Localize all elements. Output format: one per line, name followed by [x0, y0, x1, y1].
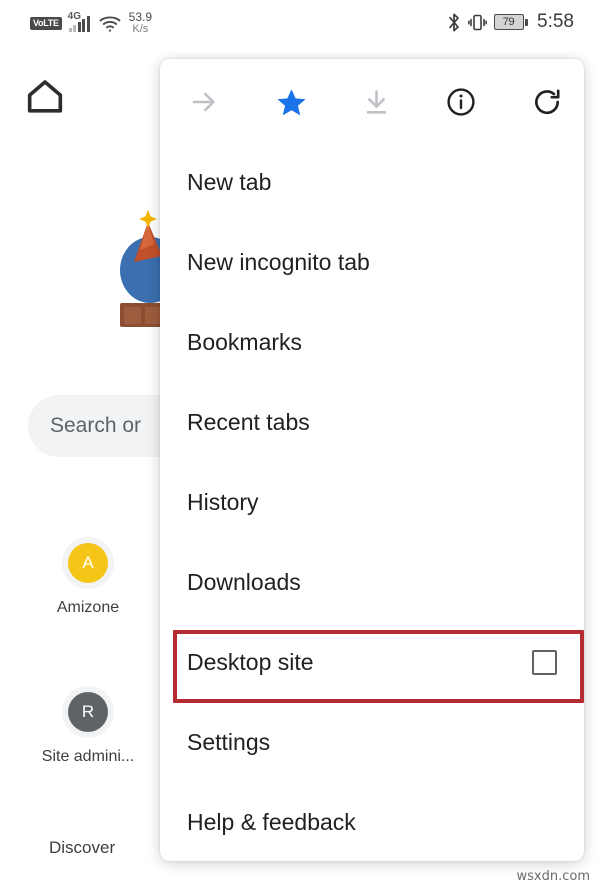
menu-item-list: New tab New incognito tab Bookmarks Rece… — [160, 142, 584, 861]
menu-header-actions — [160, 59, 584, 142]
phone-screenshot: Search or A Amizone R Site admini... Dis… — [0, 0, 600, 889]
data-speed-indicator: 53.9 K/s — [129, 11, 152, 35]
shortcut-initial-amizone: A — [68, 543, 108, 583]
menu-item-label: Settings — [187, 729, 271, 755]
download-icon[interactable] — [352, 78, 400, 126]
shortcut-initial-site-administration: R — [68, 692, 108, 732]
shortcut-icon-site-administration: R — [62, 686, 114, 738]
menu-item-new-tab[interactable]: New tab — [160, 142, 584, 222]
reload-icon[interactable] — [523, 78, 571, 126]
menu-item-recent-tabs[interactable]: Recent tabs — [160, 382, 584, 462]
menu-item-label: Desktop site — [187, 649, 314, 675]
menu-item-desktop-site[interactable]: Desktop site — [160, 622, 584, 702]
info-circle-icon[interactable] — [437, 78, 485, 126]
menu-item-label: New incognito tab — [187, 249, 370, 275]
discover-section-label: Discover — [49, 838, 116, 857]
battery-icon: 79 — [493, 14, 529, 30]
battery-tip — [525, 18, 529, 26]
menu-item-downloads[interactable]: Downloads — [160, 542, 584, 622]
menu-item-bookmarks[interactable]: Bookmarks — [160, 302, 584, 382]
chrome-overflow-menu: New tab New incognito tab Bookmarks Rece… — [160, 59, 584, 861]
menu-item-label: History — [187, 489, 259, 515]
menu-item-label: New tab — [187, 169, 272, 195]
wifi-icon — [98, 13, 122, 33]
shortcut-label-amizone: Amizone — [56, 599, 120, 616]
menu-item-settings[interactable]: Settings — [160, 702, 584, 782]
search-placeholder: Search or — [50, 414, 142, 437]
forward-arrow-icon[interactable] — [180, 78, 228, 126]
shortcut-label-site-administration: Site admini... — [41, 748, 135, 765]
menu-item-new-incognito-tab[interactable]: New incognito tab — [160, 222, 584, 302]
shortcut-site-administration[interactable]: R Site admini... — [42, 686, 134, 766]
volte-icon: VoLTE — [30, 16, 62, 30]
status-bar-left: VoLTE 4G 53.9 K/s — [30, 11, 152, 35]
menu-item-label: Bookmarks — [187, 329, 303, 355]
status-bar-right: 79 5:58 — [447, 11, 574, 33]
data-speed-unit: K/s — [132, 23, 149, 35]
bluetooth-icon — [447, 12, 461, 33]
watermark-label: wsxdn.com — [516, 869, 591, 884]
home-icon[interactable] — [22, 74, 68, 120]
battery-percent-label: 79 — [502, 16, 515, 28]
star-filled-icon[interactable] — [267, 78, 315, 126]
menu-item-label: Help & feedback — [187, 809, 356, 835]
menu-item-label: Recent tabs — [187, 409, 310, 435]
menu-item-help-and-feedback[interactable]: Help & feedback — [160, 782, 584, 861]
menu-item-label: Downloads — [187, 569, 301, 595]
shortcut-icon-amizone: A — [62, 537, 114, 589]
shortcut-amizone[interactable]: A Amizone — [50, 537, 126, 617]
data-speed-value: 53.9 — [128, 10, 153, 24]
signal-bars — [68, 16, 90, 32]
menu-item-history[interactable]: History — [160, 462, 584, 542]
cellular-signal-icon: 4G — [68, 11, 92, 34]
clock-label: 5:58 — [537, 11, 574, 32]
status-bar: VoLTE 4G 53.9 K/s 79 5:58 — [0, 0, 600, 52]
vibrate-icon — [467, 12, 487, 33]
battery-body: 79 — [493, 14, 524, 30]
desktop-site-checkbox[interactable] — [532, 649, 557, 675]
